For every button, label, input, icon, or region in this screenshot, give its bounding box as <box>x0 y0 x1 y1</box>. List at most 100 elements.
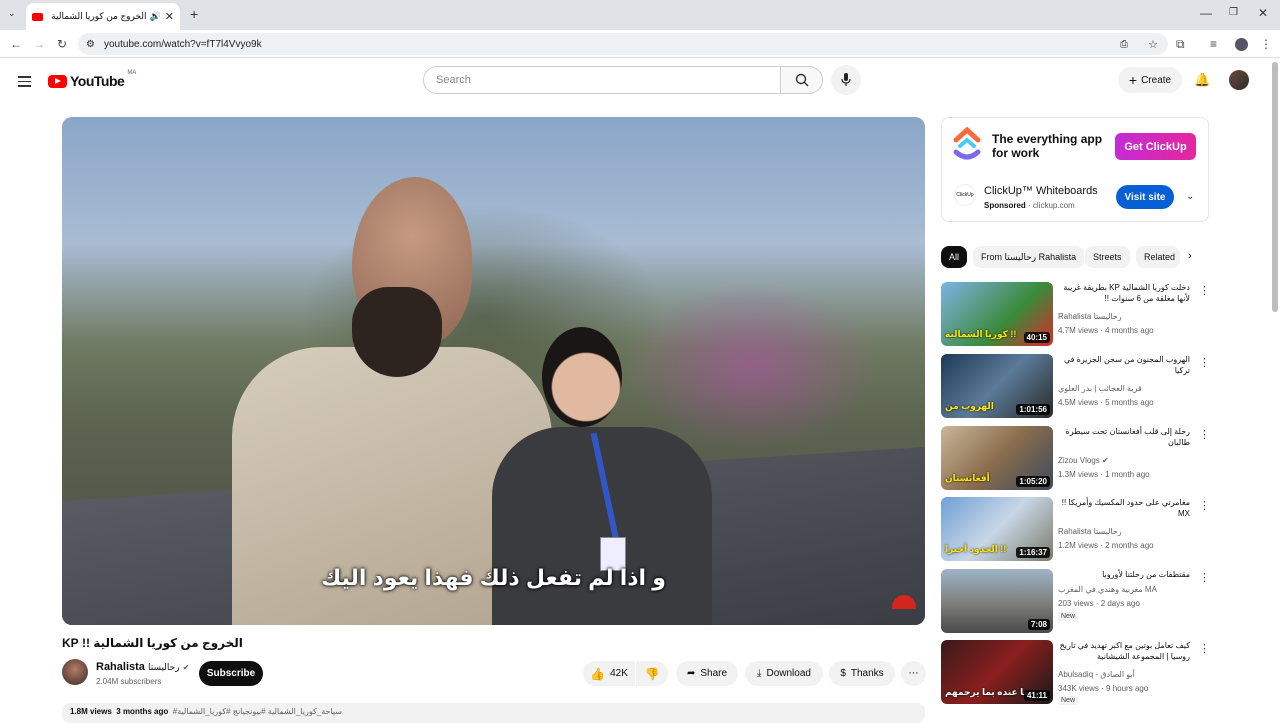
list-item[interactable]: ما عنده بما يرحمهم 41:11 كيف تعامل بوتين… <box>941 640 1210 706</box>
channel-name[interactable]: Rahalista رحاليستا ✔ <box>96 661 189 673</box>
suggestion-title[interactable]: مغامرتي على حدود المكسيك وأمريكا !! MX <box>1058 497 1190 519</box>
speaker-icon[interactable]: 🔊 <box>150 11 161 22</box>
thumbnail-caption: الهروب من <box>945 401 994 411</box>
thanks-label: Thanks <box>850 668 884 679</box>
more-vertical-icon[interactable]: ⋮ <box>1199 642 1210 655</box>
download-label: Download <box>766 668 811 679</box>
thanks-button[interactable]: $ Thanks <box>829 661 895 686</box>
super-thanks-icon: $ <box>840 668 846 679</box>
dislike-button[interactable]: 👎 <box>636 661 668 686</box>
more-horizontal-icon: ⋯ <box>908 668 919 679</box>
hashtags[interactable]: #سياحة_كوريا_الشمالية #بيونجيانج #كوريا_… <box>173 707 342 716</box>
search-input[interactable]: Search <box>423 66 781 94</box>
like-button[interactable]: 👍 42K <box>583 661 635 686</box>
close-tab-icon[interactable]: ✕ <box>165 10 174 23</box>
video-thumbnail[interactable]: الهروب من 1:01:56 <box>941 354 1053 418</box>
extensions-icon[interactable]: ⧉ <box>1176 37 1185 52</box>
chip-all[interactable]: All <box>941 246 968 268</box>
forward-icon[interactable]: → <box>33 37 45 51</box>
address-bar[interactable]: ⚙ youtube.com/watch?v=fT7l4Vvyo9k ⎙ ☆ <box>78 33 1168 55</box>
suggestion-meta: 1.2M views · 2 months ago <box>1058 541 1154 550</box>
menu-icon[interactable] <box>18 73 31 90</box>
chip-related[interactable]: Related <box>1136 246 1180 268</box>
ad-title[interactable]: ClickUp™ Whiteboards <box>984 185 1098 197</box>
suggestion-channel[interactable]: Abulsadiq - أبو الصادق <box>1058 670 1135 679</box>
profile-icon[interactable] <box>1235 38 1248 51</box>
suggestion-channel[interactable]: Zizou Vlogs ✔ <box>1058 456 1109 465</box>
voice-search-button[interactable] <box>831 65 861 95</box>
youtube-logo[interactable]: YouTube MA <box>48 70 136 89</box>
logo-text: YouTube <box>70 73 125 89</box>
suggestion-channel[interactable]: مغربية وهندي في المغرب MA <box>1058 585 1157 594</box>
site-info-icon[interactable]: ⚙ <box>86 39 95 50</box>
chip-from-channel[interactable]: From رحاليستا Rahalista <box>973 246 1085 268</box>
list-item[interactable]: الحدود أخيرا !! 1:16:37 مغامرتي على حدود… <box>941 497 1210 563</box>
list-item[interactable]: 7:08 مقتطفات من رحلتنا لأوروبا مغربية وه… <box>941 569 1210 635</box>
tab-search-icon[interactable]: ⌄ <box>8 8 16 19</box>
more-actions-button[interactable]: ⋯ <box>901 661 926 686</box>
description-box[interactable]: 1.8M views 3 months ago #سياحة_كوريا_الش… <box>62 703 925 723</box>
like-count: 42K <box>610 668 628 679</box>
more-vertical-icon[interactable]: ⋮ <box>1199 499 1210 512</box>
create-label: Create <box>1141 74 1172 86</box>
chip-streets[interactable]: Streets <box>1085 246 1130 268</box>
suggestion-title[interactable]: دخلت كوريا الشمالية KP بطريقة غريبة لأنه… <box>1058 282 1190 304</box>
subscribe-button[interactable]: Subscribe <box>199 661 263 686</box>
video-thumbnail[interactable]: 7:08 <box>941 569 1053 633</box>
reading-list-icon[interactable]: ≡ <box>1210 37 1217 51</box>
restore-icon[interactable]: ❐ <box>1229 7 1238 18</box>
suggestion-title[interactable]: رحلة إلى قلب أفغانستان تحت سيطرة طالبان <box>1058 426 1190 448</box>
list-item[interactable]: أفغانستان 1:05:20 رحلة إلى قلب أفغانستان… <box>941 426 1210 492</box>
search-button[interactable] <box>780 66 823 94</box>
ad-domain: clickup.com <box>1032 201 1075 210</box>
sponsored-ad[interactable]: The everything app for work Get ClickUp … <box>941 117 1209 222</box>
bookmark-star-icon[interactable]: ☆ <box>1148 38 1158 51</box>
page-scrollbar[interactable] <box>1272 62 1278 312</box>
create-button[interactable]: + Create <box>1118 67 1182 93</box>
duration-badge: 41:11 <box>1023 690 1050 701</box>
channel-avatar[interactable] <box>62 659 88 685</box>
video-thumbnail[interactable]: أفغانستان 1:05:20 <box>941 426 1053 490</box>
share-button[interactable]: ➦ Share <box>676 661 738 686</box>
duration-badge: 1:16:37 <box>1016 547 1050 558</box>
notifications-bell-icon[interactable]: 🔔 <box>1194 72 1210 88</box>
thumbnail-caption: الحدود أخيرا !! <box>945 544 1007 554</box>
video-thumbnail[interactable]: الحدود أخيرا !! 1:16:37 <box>941 497 1053 561</box>
sponsored-label: Sponsored <box>984 201 1026 210</box>
minimize-icon[interactable]: — <box>1200 6 1212 20</box>
close-window-icon[interactable]: ✕ <box>1258 6 1268 20</box>
suggestion-channel-name: Zizou Vlogs <box>1058 456 1100 465</box>
suggestion-title[interactable]: الهروب المجنون من سجن الجزيرة في تركيا <box>1058 354 1190 376</box>
more-vertical-icon[interactable]: ⋮ <box>1199 571 1210 584</box>
video-player[interactable]: و اذا لم تفعل ذلك فهذا يعود اليك <box>62 117 925 625</box>
suggestion-channel[interactable]: قرية العجائب | بدر العلوي <box>1058 384 1142 393</box>
reload-icon[interactable]: ↻ <box>57 37 67 51</box>
ad-cta-button[interactable]: Get ClickUp <box>1115 133 1196 160</box>
account-avatar[interactable] <box>1229 70 1249 90</box>
back-icon[interactable]: ← <box>10 37 22 51</box>
suggestion-channel[interactable]: Rahalista رحاليستا <box>1058 527 1122 536</box>
suggestion-channel[interactable]: Rahalista رحاليستا <box>1058 312 1122 321</box>
chips-next-chevron-icon[interactable]: › <box>1188 250 1192 262</box>
list-item[interactable]: كوريا الشمالية !! 40:15 دخلت كوريا الشما… <box>941 282 1210 348</box>
more-vertical-icon[interactable]: ⋮ <box>1199 284 1210 297</box>
download-button[interactable]: ⤓ Download <box>745 661 823 686</box>
suggestion-title[interactable]: مقتطفات من رحلتنا لأوروبا <box>1058 569 1190 580</box>
suggestion-views: 343K views <box>1058 684 1099 693</box>
advertiser-logo: ClickUp <box>954 184 976 206</box>
visit-site-button[interactable]: Visit site <box>1116 185 1174 209</box>
suggestion-views: 1.3M views <box>1058 470 1099 479</box>
share-label: Share <box>700 668 728 679</box>
video-thumbnail[interactable]: ما عنده بما يرحمهم 41:11 <box>941 640 1053 704</box>
more-vertical-icon[interactable]: ⋮ <box>1199 428 1210 441</box>
video-thumbnail[interactable]: كوريا الشمالية !! 40:15 <box>941 282 1053 346</box>
list-item[interactable]: الهروب من 1:01:56 الهروب المجنون من سجن … <box>941 354 1210 420</box>
browser-tab[interactable]: الخروج من كوريا الشمالية !! KP 🔊 ✕ <box>26 3 180 30</box>
install-icon[interactable]: ⎙ <box>1120 39 1128 50</box>
more-vertical-icon[interactable]: ⋮ <box>1199 356 1210 369</box>
browser-menu-icon[interactable]: ⋮ <box>1260 37 1272 51</box>
ad-expand-chevron-icon[interactable]: ⌄ <box>1186 191 1194 202</box>
thumbs-up-icon: 👍 <box>590 666 606 681</box>
suggestion-title[interactable]: كيف تعامل بوتين مع اكبر تهديد في تاريخ ر… <box>1058 640 1190 662</box>
new-tab-icon[interactable]: + <box>190 6 198 22</box>
